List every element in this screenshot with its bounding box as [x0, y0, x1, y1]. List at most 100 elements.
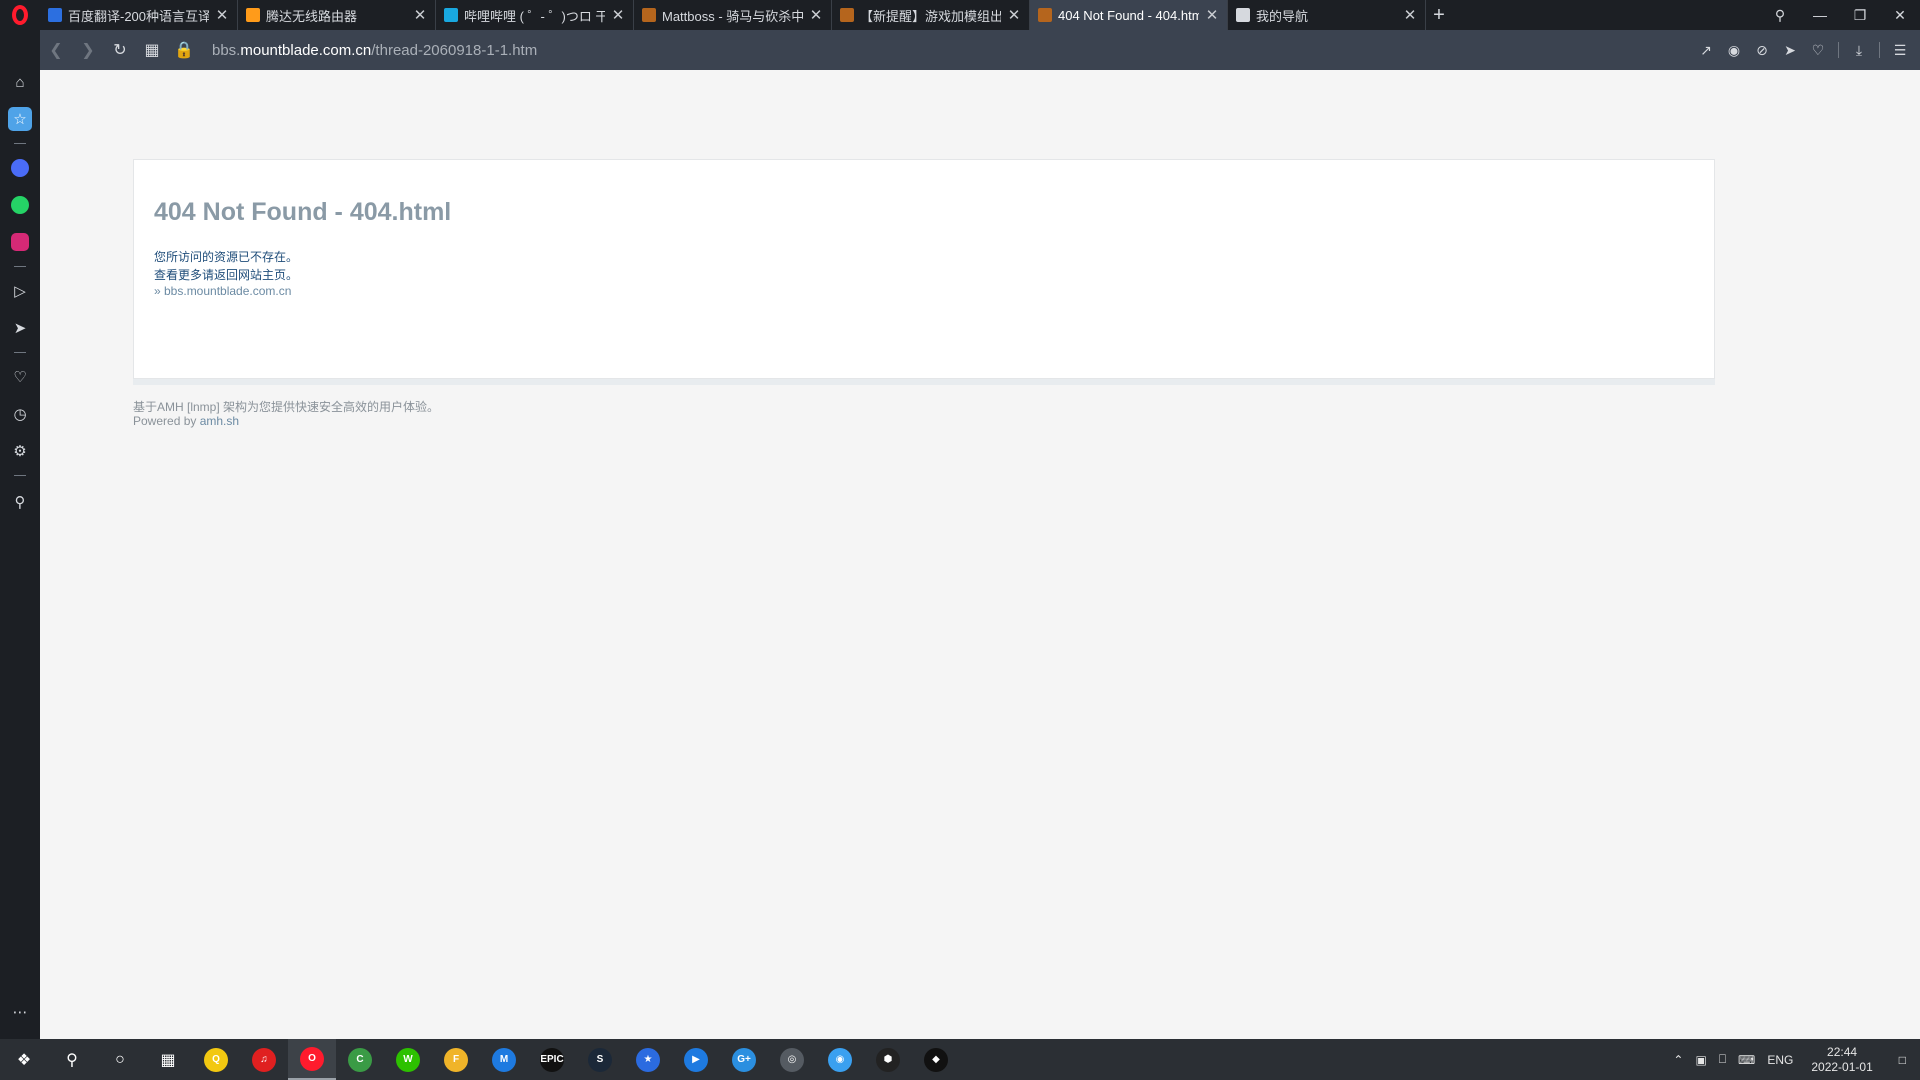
flow-icon[interactable]: ➤ [8, 316, 32, 340]
netease-music-icon: ♫ [252, 1047, 276, 1072]
gplus-icon: G+ [732, 1047, 756, 1072]
url-field[interactable]: bbs.mountblade.com.cn/thread-2060918-1-1… [212, 42, 537, 59]
easy-setup-icon[interactable]: ☰ [1888, 38, 1912, 62]
tab-2[interactable]: 哔哩哔哩 ( ゜- ゜)つロ 干杯 ✕ [436, 0, 634, 30]
netease-music-app[interactable]: ♫ [240, 1039, 288, 1080]
epic-games-app[interactable]: EPIC [528, 1039, 576, 1080]
amh-link[interactable]: amh.sh [200, 414, 239, 428]
router-icon [246, 8, 260, 22]
game-icon: ▶ [684, 1047, 708, 1072]
opera-app[interactable]: O [288, 1039, 336, 1080]
tab-label: 404 Not Found - 404.html [1058, 7, 1199, 23]
tab-4[interactable]: 【新提醒】游戏加模组出错 ✕ [832, 0, 1030, 30]
tray-app-icon[interactable]: ▣ [1689, 1053, 1712, 1067]
star-app[interactable]: ★ [624, 1039, 672, 1080]
page-title: 404 Not Found - 404.html [154, 198, 452, 226]
settings-gear-icon[interactable]: ⚙ [8, 439, 32, 463]
url-prefix: bbs. [212, 41, 241, 59]
messenger-icon[interactable] [8, 156, 32, 180]
network-icon[interactable]: ⎕ [1713, 1052, 1732, 1067]
tab-1[interactable]: 腾达无线路由器 ✕ [238, 0, 436, 30]
epic-games-icon: EPIC [540, 1047, 564, 1072]
error-card: 404 Not Found - 404.html 您所访问的资源已不存在。 查看… [133, 159, 1715, 379]
tab-close-icon[interactable]: ✕ [1007, 6, 1021, 24]
player-icon[interactable]: ▷ [8, 279, 32, 303]
chrome-app[interactable]: C [336, 1039, 384, 1080]
address-bar: ❮ ❯ ↻ ▦ 🔒 bbs.mountblade.com.cn/thread-2… [40, 30, 1920, 70]
lock-icon[interactable]: 🔒 [168, 30, 200, 70]
page-content: 404 Not Found - 404.html 您所访问的资源已不存在。 查看… [40, 70, 1920, 1039]
more-options-icon[interactable]: ⋯ [8, 1000, 32, 1024]
qq-app[interactable]: Q [192, 1039, 240, 1080]
globe-icon: ◎ [780, 1047, 804, 1072]
bookmark-heart-icon[interactable]: ♡ [1806, 38, 1830, 62]
wechat-app[interactable]: W [384, 1039, 432, 1080]
restore-button[interactable]: ❐ [1840, 0, 1880, 30]
forward-button[interactable]: ❯ [72, 30, 104, 70]
window-controls: ⚲ — ❐ ✕ [1760, 0, 1920, 30]
new-tab-button[interactable]: + [1426, 0, 1452, 30]
sidebar-divider [14, 475, 26, 476]
share-icon[interactable]: ↗ [1694, 38, 1718, 62]
opera-menu-button[interactable] [0, 0, 40, 30]
close-window-button[interactable]: ✕ [1880, 0, 1920, 30]
keyboard-icon[interactable]: ⌨ [1732, 1053, 1761, 1067]
snapshot-camera-icon[interactable]: ◉ [1722, 38, 1746, 62]
tab-label: Mattboss - 骑马与砍杀中文 [662, 8, 803, 24]
tips-lightbulb-icon[interactable]: ⚲ [8, 490, 32, 514]
notification-icon[interactable]: □ [1885, 1053, 1920, 1067]
task-view-icon[interactable]: ▦ [144, 1039, 192, 1080]
globe-app[interactable]: ◎ [768, 1039, 816, 1080]
minimize-button[interactable]: — [1800, 0, 1840, 30]
tab-label: 百度翻译-200种语言互译、 [68, 8, 209, 24]
language-indicator[interactable]: ENG [1761, 1053, 1799, 1067]
tab-close-icon[interactable]: ✕ [1205, 6, 1219, 24]
toolbar-divider [1838, 42, 1839, 58]
clock[interactable]: 22:44 2022-01-01 [1799, 1045, 1884, 1075]
tab-5[interactable]: 404 Not Found - 404.html ✕ [1030, 0, 1228, 30]
tab-0[interactable]: 百度翻译-200种语言互译、 ✕ [40, 0, 238, 30]
game-app[interactable]: ▶ [672, 1039, 720, 1080]
chevron-up-icon[interactable]: ⌃ [1667, 1053, 1689, 1067]
tab-close-icon[interactable]: ✕ [1403, 6, 1417, 24]
speed-dial-icon[interactable]: ☆ [8, 107, 32, 131]
steam-app[interactable]: S [576, 1039, 624, 1080]
history-clock-icon[interactable]: ◷ [8, 402, 32, 426]
tab-list: 百度翻译-200种语言互译、✕腾达无线路由器✕哔哩哔哩 ( ゜- ゜)つロ 干杯… [40, 0, 1426, 30]
tab-close-icon[interactable]: ✕ [215, 6, 229, 24]
send-to-flow-icon[interactable]: ➤ [1778, 38, 1802, 62]
tab-close-icon[interactable]: ✕ [809, 6, 823, 24]
black-app[interactable]: ◆ [912, 1039, 960, 1080]
cortana-circle-icon[interactable]: ○ [96, 1039, 144, 1080]
tab-label: 我的导航 [1256, 8, 1309, 24]
search-tabs-icon[interactable]: ⚲ [1760, 0, 1800, 30]
steam-icon: S [588, 1047, 612, 1072]
downloads-icon[interactable]: ⤓ [1847, 38, 1871, 62]
translate-icon [48, 8, 62, 22]
bookmarks-heart-icon[interactable]: ♡ [8, 365, 32, 389]
gplus-app[interactable]: G+ [720, 1039, 768, 1080]
wechat-icon: W [396, 1047, 420, 1072]
tab-close-icon[interactable]: ✕ [611, 6, 625, 24]
forum-icon [1038, 8, 1052, 22]
tab-3[interactable]: Mattboss - 骑马与砍杀中文 ✕ [634, 0, 832, 30]
homepage-link[interactable]: » bbs.mountblade.com.cn [154, 284, 291, 298]
maxthon-app[interactable]: M [480, 1039, 528, 1080]
clock-time: 22:44 [1827, 1044, 1858, 1059]
error-message: 您所访问的资源已不存在。 [154, 250, 299, 264]
whatsapp-icon[interactable] [8, 193, 32, 217]
search-icon[interactable]: ⚲ [48, 1039, 96, 1080]
camera-app[interactable]: ◉ [816, 1039, 864, 1080]
tab-6[interactable]: 我的导航 ✕ [1228, 0, 1426, 30]
tab-close-icon[interactable]: ✕ [413, 6, 427, 24]
file-explorer-app[interactable]: F [432, 1039, 480, 1080]
opera-icon: O [300, 1046, 324, 1071]
instagram-icon[interactable] [8, 230, 32, 254]
start-windows-icon[interactable]: ❖ [0, 1039, 48, 1080]
tab-overview-icon[interactable]: ▦ [136, 30, 168, 70]
hex-app[interactable]: ⬢ [864, 1039, 912, 1080]
adblock-icon[interactable]: ⊘ [1750, 38, 1774, 62]
home-icon[interactable]: ⌂ [8, 70, 32, 94]
reload-button[interactable]: ↻ [104, 30, 136, 70]
back-button[interactable]: ❮ [40, 30, 72, 70]
